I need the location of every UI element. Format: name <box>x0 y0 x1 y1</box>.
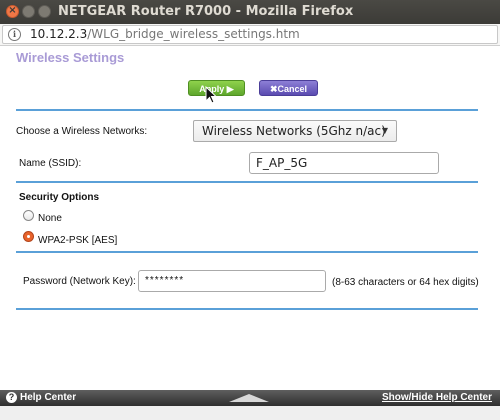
password-hint: (8-63 characters or 64 hex digits) <box>332 277 479 288</box>
window-close-button[interactable]: × <box>6 5 19 18</box>
ssid-label: Name (SSID): <box>19 158 82 169</box>
window-minimize-button[interactable] <box>22 5 35 18</box>
network-label: Choose a Wireless Networks: <box>16 126 148 137</box>
window-maximize-button[interactable] <box>38 5 51 18</box>
help-center-label[interactable]: Help Center <box>20 392 76 403</box>
divider <box>16 109 478 111</box>
divider <box>16 251 478 253</box>
url-host: 10.12.2.3 <box>30 27 88 41</box>
show-hide-help-link[interactable]: Show/Hide Help Center <box>382 392 492 403</box>
url-input[interactable]: i 10.12.2.3/WLG_bridge_wireless_settings… <box>2 25 498 44</box>
ssid-field[interactable]: F_AP_5G <box>249 152 439 174</box>
cancel-button[interactable]: ✖Cancel <box>259 80 318 96</box>
help-expand-tab[interactable] <box>229 394 269 402</box>
url-path: /WLG_bridge_wireless_settings.htm <box>87 27 300 41</box>
divider <box>16 308 478 310</box>
password-label: Password (Network Key): <box>23 276 136 287</box>
security-none-radio[interactable] <box>23 210 34 221</box>
mouse-pointer-icon <box>205 86 218 104</box>
info-icon[interactable]: i <box>8 28 21 41</box>
chevron-down-icon: ▼ <box>381 126 388 135</box>
window-bottom-strip <box>0 406 500 420</box>
password-field[interactable]: ******** <box>138 270 326 292</box>
security-options-heading: Security Options <box>19 192 100 203</box>
security-none-label: None <box>38 213 62 224</box>
window-titlebar: × NETGEAR Router R7000 - Mozilla Firefox <box>0 0 500 24</box>
url-text: 10.12.2.3/WLG_bridge_wireless_settings.h… <box>30 27 300 41</box>
window-title: NETGEAR Router R7000 - Mozilla Firefox <box>58 4 354 19</box>
close-icon: × <box>8 5 17 16</box>
help-center-bar: ? Help Center Show/Hide Help Center <box>0 390 500 406</box>
divider <box>16 181 478 183</box>
wireless-network-select[interactable]: Wireless Networks (5Ghz n/ac) ▼ <box>193 120 397 142</box>
help-icon[interactable]: ? <box>6 392 17 403</box>
security-wpa2-label: WPA2-PSK [AES] <box>38 235 118 246</box>
password-value: ******** <box>145 275 185 286</box>
wireless-network-value: Wireless Networks (5Ghz n/ac) <box>202 124 386 138</box>
ssid-value: F_AP_5G <box>256 156 308 170</box>
navigation-bar: i 10.12.2.3/WLG_bridge_wireless_settings… <box>0 24 500 46</box>
page-title: Wireless Settings <box>16 50 125 65</box>
security-wpa2-radio[interactable] <box>23 231 34 242</box>
